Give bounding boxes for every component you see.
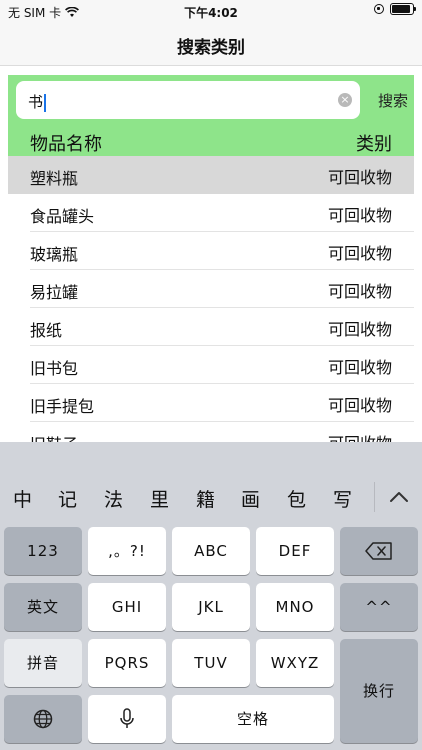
candidate-divider <box>374 482 375 512</box>
table-row[interactable]: 旧鞋子 可回收物 <box>8 422 414 442</box>
row-item-category: 可回收物 <box>327 206 392 225</box>
candidate-word[interactable]: 包 <box>287 485 306 512</box>
microphone-icon <box>119 708 135 734</box>
jkl-key[interactable]: JKL <box>172 583 250 631</box>
clear-icon[interactable]: × <box>338 93 352 107</box>
table-row[interactable]: 旧手提包 可回收物 <box>8 384 414 422</box>
navigation-bar: 搜索类别 <box>0 22 422 66</box>
text-caret <box>44 93 47 112</box>
punctuation-key[interactable]: ,。?! <box>88 527 166 575</box>
battery-icon <box>390 3 416 15</box>
candidate-word[interactable]: 法 <box>104 485 123 512</box>
wxyz-key[interactable]: WXYZ <box>256 639 334 687</box>
table-header: 物品名称 类别 <box>8 127 414 156</box>
def-key[interactable]: DEF <box>256 527 334 575</box>
keyboard: 中 记 法 里 籍 画 包 写 123 ,。?! ABC DEF 英文 GHI … <box>0 442 422 750</box>
candidate-word[interactable]: 写 <box>333 485 352 512</box>
results-list[interactable]: 塑料瓶 可回收物 食品罐头 可回收物 玻璃瓶 可回收物 易拉罐 可回收物 报纸 … <box>8 156 414 442</box>
globe-icon <box>33 709 53 733</box>
pinyin-key[interactable]: 拼音 <box>4 639 82 687</box>
search-button[interactable]: 搜索 <box>378 90 408 111</box>
search-input[interactable]: 书 × <box>16 81 360 119</box>
backspace-key[interactable] <box>340 527 418 575</box>
row-item-name: 玻璃瓶 <box>30 245 79 264</box>
column-header-name: 物品名称 <box>30 134 102 155</box>
table-row[interactable]: 报纸 可回收物 <box>8 308 414 346</box>
table-row[interactable]: 玻璃瓶 可回收物 <box>8 232 414 270</box>
row-item-category: 可回收物 <box>327 396 392 415</box>
table-row[interactable]: 食品罐头 可回收物 <box>8 194 414 232</box>
row-item-name: 食品罐头 <box>30 207 95 226</box>
microphone-key[interactable] <box>88 695 166 743</box>
tuv-key[interactable]: TUV <box>172 639 250 687</box>
orientation-lock-icon <box>374 4 384 14</box>
abc-key[interactable]: ABC <box>172 527 250 575</box>
row-item-name: 旧鞋子 <box>30 431 78 442</box>
row-item-category: 可回收物 <box>328 430 392 442</box>
space-key[interactable]: 空格 <box>172 695 334 743</box>
candidate-word[interactable]: 籍 <box>196 485 215 512</box>
row-item-category: 可回收物 <box>327 168 392 187</box>
table-row[interactable]: 塑料瓶 可回收物 <box>8 156 414 194</box>
candidate-word[interactable]: 里 <box>150 485 169 512</box>
column-header-category: 类别 <box>356 134 392 155</box>
status-time: 下午4:02 <box>184 6 238 20</box>
row-item-name: 塑料瓶 <box>30 169 79 188</box>
candidate-word[interactable]: 记 <box>58 485 77 512</box>
table-row[interactable]: 旧书包 可回收物 <box>8 346 414 384</box>
row-item-name: 旧手提包 <box>30 397 95 416</box>
row-item-category: 可回收物 <box>327 358 392 377</box>
english-key[interactable]: 英文 <box>4 583 82 631</box>
page-title: 搜索类别 <box>177 38 245 58</box>
emoji-key[interactable]: ^^ <box>340 583 418 631</box>
row-item-category: 可回收物 <box>327 244 392 263</box>
search-bar: 书 × 搜索 <box>8 75 414 127</box>
search-input-value: 书 <box>28 93 44 111</box>
search-input-text[interactable]: 书 <box>28 91 47 112</box>
return-key[interactable]: 换行 <box>340 639 418 743</box>
candidate-word[interactable]: 中 <box>13 485 32 512</box>
backspace-icon <box>365 542 393 564</box>
globe-key[interactable] <box>4 695 82 743</box>
row-item-name: 易拉罐 <box>30 283 79 302</box>
row-item-name: 旧书包 <box>30 359 79 378</box>
numbers-key[interactable]: 123 <box>4 527 82 575</box>
candidate-bar: 中 记 法 里 籍 画 包 写 <box>0 474 422 519</box>
status-right <box>374 3 416 15</box>
pqrs-key[interactable]: PQRS <box>88 639 166 687</box>
candidate-word[interactable]: 画 <box>241 485 260 512</box>
row-item-name: 报纸 <box>30 321 63 340</box>
chevron-up-icon[interactable] <box>388 489 410 505</box>
mno-key[interactable]: MNO <box>256 583 334 631</box>
status-bar: 无 SIM 卡 下午4:02 <box>0 0 422 22</box>
row-item-category: 可回收物 <box>327 282 392 301</box>
ghi-key[interactable]: GHI <box>88 583 166 631</box>
table-row[interactable]: 易拉罐 可回收物 <box>8 270 414 308</box>
row-item-category: 可回收物 <box>327 320 392 339</box>
